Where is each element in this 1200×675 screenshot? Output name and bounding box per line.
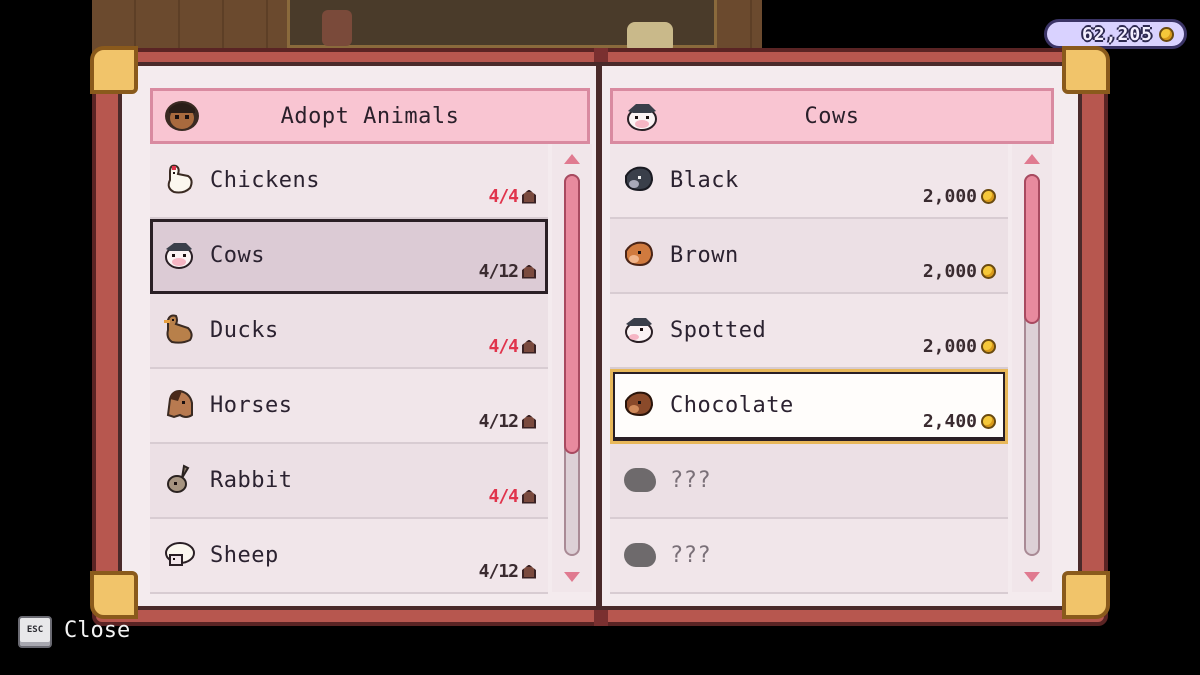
book-corner [90, 46, 138, 94]
barn-icon [522, 264, 536, 279]
price-tag: 2,400 [923, 411, 996, 432]
horse-icon [166, 389, 193, 419]
duck-icon [164, 314, 193, 344]
cow-breed-list: Black 2,000 Brown 2,000 Spotted 2,000 Ch… [610, 144, 1008, 594]
list-item-locked: ??? [610, 444, 1008, 519]
item-label: ??? [670, 468, 712, 493]
capacity-value: 4/12 [478, 261, 519, 282]
capacity-count: 4/12 [479, 561, 536, 582]
list-item-ducks[interactable]: Ducks 4/4 [150, 294, 548, 369]
right-panel-header: Cows [610, 88, 1054, 144]
item-label: Sheep [210, 543, 279, 568]
scroll-thumb[interactable] [1024, 174, 1040, 324]
price-value: 2,400 [922, 411, 977, 432]
capacity-value: 4/12 [478, 561, 519, 582]
price-tag: 2,000 [923, 261, 996, 282]
rabbit-icon [167, 464, 190, 493]
list-item-rabbit[interactable]: Rabbit 4/4 [150, 444, 548, 519]
right-scrollbar[interactable] [1012, 144, 1052, 592]
item-label: Brown [670, 243, 739, 268]
book-corner [90, 571, 138, 619]
barn-icon [522, 564, 536, 579]
list-item-black[interactable]: Black 2,000 [610, 144, 1008, 219]
cow-icon [165, 243, 193, 269]
item-label: Chickens [210, 168, 320, 193]
coin-icon [981, 339, 996, 354]
capacity-count: 4/4 [488, 186, 536, 207]
barn-icon [522, 414, 536, 429]
price-value: 2,000 [922, 261, 977, 282]
locked-silhouette-icon [624, 543, 656, 567]
scroll-up-arrow-icon[interactable] [564, 154, 580, 164]
left-scrollbar[interactable] [552, 144, 592, 592]
spotted-cow-icon [625, 318, 653, 343]
list-item-horses[interactable]: Horses 4/12 [150, 369, 548, 444]
locked-silhouette-icon [624, 468, 656, 492]
list-item-spotted[interactable]: Spotted 2,000 [610, 294, 1008, 369]
barn-icon [522, 189, 536, 204]
close-button[interactable]: Close [64, 618, 130, 643]
price-value: 2,000 [922, 336, 977, 357]
item-label: Ducks [210, 318, 279, 343]
barn-icon [522, 339, 536, 354]
capacity-count: 4/4 [488, 336, 536, 357]
list-item-locked: ??? [610, 519, 1008, 594]
scroll-down-arrow-icon[interactable] [564, 572, 580, 582]
list-item-cows[interactable]: Cows 4/12 [150, 219, 548, 294]
cow-icon [627, 104, 657, 131]
left-page: Adopt Animals Chickens 4/4 Cows 4/12 Duc… [118, 62, 600, 610]
animal-type-list: Chickens 4/4 Cows 4/12 Ducks 4/4 Horses … [150, 144, 548, 594]
capacity-value: 4/4 [488, 486, 518, 507]
item-label: Rabbit [210, 468, 293, 493]
list-item-chocolate[interactable]: Chocolate 2,400 [610, 369, 1008, 444]
list-item-sheep[interactable]: Sheep 4/12 [150, 519, 548, 594]
currency-counter: 62,205 [1044, 19, 1187, 49]
scroll-thumb[interactable] [564, 174, 580, 454]
capacity-value: 4/12 [478, 411, 519, 432]
capacity-value: 4/4 [488, 336, 518, 357]
capacity-count: 4/4 [488, 486, 536, 507]
capacity-count: 4/12 [479, 261, 536, 282]
scroll-down-arrow-icon[interactable] [1024, 572, 1040, 582]
brown-cow-icon [625, 241, 654, 267]
chicken-icon [167, 164, 193, 194]
farmer-portrait-icon [165, 101, 199, 131]
black-cow-icon [625, 166, 654, 192]
right-panel-title: Cows [804, 103, 860, 129]
lamp-decoration [322, 10, 352, 46]
scroll-up-arrow-icon[interactable] [1024, 154, 1040, 164]
left-panel-header: Adopt Animals [150, 88, 590, 144]
coin-icon [1159, 26, 1174, 42]
esc-key-icon[interactable]: ESC [18, 616, 52, 648]
list-item-brown[interactable]: Brown 2,000 [610, 219, 1008, 294]
book-corner [1062, 571, 1110, 619]
price-tag: 2,000 [923, 336, 996, 357]
coin-icon [981, 414, 996, 429]
right-page: Cows Black 2,000 Brown 2,000 Spotted 2,0… [598, 62, 1082, 610]
capacity-count: 4/12 [479, 411, 536, 432]
book-corner [1062, 46, 1110, 94]
item-label: Black [670, 168, 739, 193]
currency-amount: 62,205 [1081, 23, 1153, 45]
item-label: Chocolate [670, 393, 794, 418]
item-label: Spotted [670, 318, 767, 343]
coin-icon [981, 264, 996, 279]
barn-icon [522, 489, 536, 504]
coin-icon [981, 189, 996, 204]
price-value: 2,000 [922, 186, 977, 207]
sheep-icon [165, 542, 195, 566]
item-label: Cows [210, 243, 265, 268]
price-tag: 2,000 [923, 186, 996, 207]
list-item-chickens[interactable]: Chickens 4/4 [150, 144, 548, 219]
item-label: Horses [210, 393, 293, 418]
left-panel-title: Adopt Animals [280, 103, 460, 129]
item-label: ??? [670, 543, 712, 568]
capacity-value: 4/4 [488, 186, 518, 207]
chocolate-cow-icon [625, 391, 654, 417]
